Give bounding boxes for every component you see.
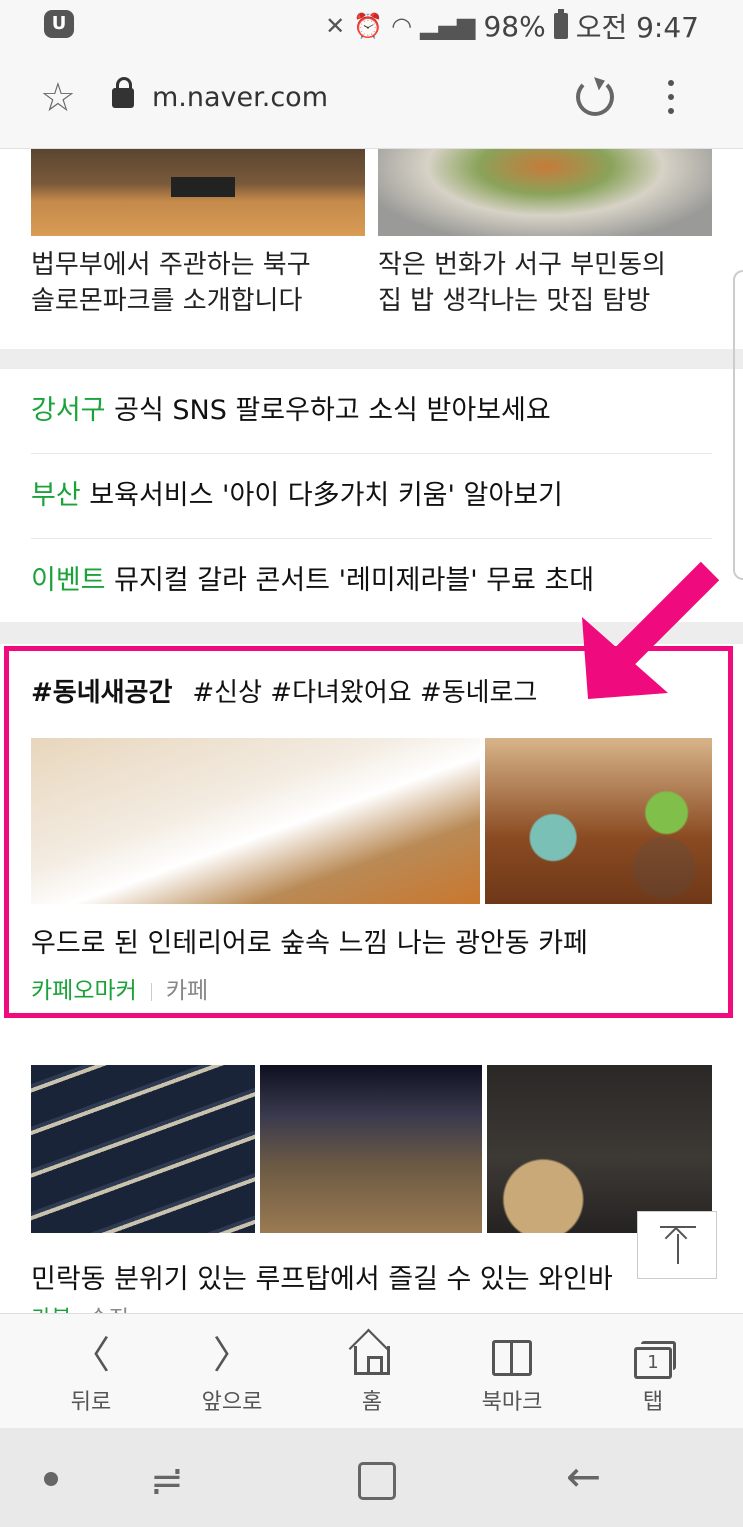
more-menu-icon[interactable] [668, 80, 674, 122]
mute-icon: ✕ [325, 12, 346, 40]
home-button[interactable]: 홈 [312, 1332, 432, 1416]
system-home-icon[interactable] [358, 1462, 396, 1500]
browser-bottom-bar: 〈 뒤로 〉 앞으로 홈 북마크 1 탭 [0, 1313, 743, 1429]
recents-icon[interactable]: ≓ [150, 1458, 184, 1504]
signal-icon: ▂▄▆ [420, 12, 476, 40]
wine-post-meta: 카블 숙집 [31, 1301, 129, 1313]
dot-icon[interactable] [44, 1472, 58, 1486]
app-notification-icon: U [44, 10, 74, 38]
bookmark-star-icon[interactable]: ☆ [40, 78, 76, 118]
forward-button[interactable]: 〉 앞으로 [172, 1332, 292, 1416]
chevron-left-icon: 〈 [71, 1333, 110, 1377]
rooftop-image[interactable] [260, 1065, 482, 1233]
system-nav-bar: ≓ ← [0, 1428, 743, 1527]
status-icons: ✕ ⏰ ◠ ▂▄▆ 98% 오전 9:47 [325, 6, 699, 46]
news-item[interactable]: 강서구 공식 SNS 팔로우하고 소식 받아보세요 [31, 369, 712, 454]
wine-post-title[interactable]: 민락동 분위기 있는 루프탑에서 즐길 수 있는 와인바 [31, 1257, 613, 1296]
clock: 오전 9:47 [575, 11, 699, 44]
address-bar: ☆ m.naver.com [0, 52, 743, 149]
system-back-icon[interactable]: ← [566, 1452, 601, 1501]
wine-rack-image[interactable] [31, 1065, 255, 1233]
reload-icon[interactable] [576, 78, 614, 116]
wifi-icon: ◠ [391, 12, 413, 40]
section-divider [0, 349, 743, 369]
battery-icon [553, 9, 568, 39]
wine-pour-image[interactable] [487, 1065, 712, 1233]
lock-icon [112, 77, 134, 108]
back-button[interactable]: 〈 뒤로 [31, 1332, 151, 1416]
battery-percent: 98% [483, 9, 546, 43]
home-icon [354, 1346, 390, 1375]
card-caption-bumin[interactable]: 작은 번화가 서구 부민동의 집 밥 생각나는 맛집 탐방 [378, 247, 666, 319]
news-item[interactable]: 부산 보육서비스 '아이 다多가치 키움' 알아보기 [31, 454, 712, 539]
status-bar: U ✕ ⏰ ◠ ▂▄▆ 98% 오전 9:47 [0, 0, 743, 52]
pointer-arrow-icon [582, 561, 720, 699]
scroll-to-top-button[interactable] [637, 1211, 717, 1279]
card-caption-solomon[interactable]: 법무부에서 주관하는 북구 솔로몬파크를 소개합니다 [31, 247, 311, 319]
food-thumbnail[interactable] [378, 149, 712, 236]
court-thumbnail[interactable] [31, 149, 365, 236]
chevron-right-icon: 〉 [212, 1333, 251, 1377]
page-content: 법무부에서 주관하는 북구 솔로몬파크를 소개합니다 작은 번화가 서구 부민동… [0, 149, 743, 1313]
bookmark-button[interactable]: 북마크 [452, 1332, 572, 1416]
book-icon [492, 1340, 532, 1376]
alarm-icon: ⏰ [353, 12, 384, 40]
tabs-button[interactable]: 1 탭 [593, 1332, 713, 1416]
tabs-icon: 1 [634, 1341, 676, 1379]
side-scroll-handle[interactable] [733, 270, 743, 580]
url-field[interactable]: m.naver.com [152, 82, 328, 113]
